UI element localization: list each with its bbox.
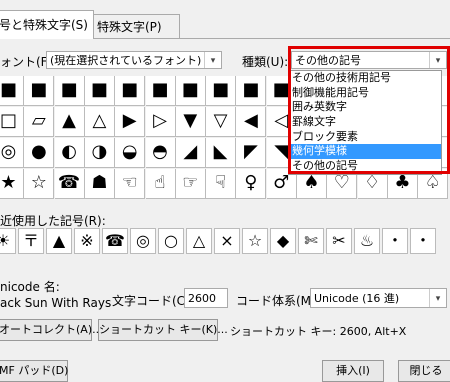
symbol-cell[interactable]: ■ (0, 76, 24, 106)
close-button[interactable]: 閉じる (398, 360, 450, 382)
recent-label: 近使用した記号(R): (0, 214, 106, 228)
recent-symbol-cell[interactable]: × (214, 228, 240, 254)
symbol-cell[interactable]: ◀ (236, 107, 267, 137)
subset-label: 種類(U): (242, 55, 289, 69)
unicode-name-value: ack Sun With Rays (0, 296, 112, 310)
subset-select[interactable]: その他の記号 ▾ (291, 51, 447, 69)
recent-symbol-cell[interactable]: 〒 (18, 228, 44, 254)
dropdown-option[interactable]: 罫線文字 (289, 115, 441, 130)
tab-special-characters[interactable]: 特殊文字(P) (90, 14, 180, 39)
symbol-cell[interactable]: ▼ (175, 107, 206, 137)
symbol-cell[interactable]: △ (84, 107, 115, 137)
recent-symbol-cell[interactable]: ※ (74, 228, 100, 254)
symbol-cell[interactable]: ☎ (54, 169, 85, 199)
symbol-cell[interactable]: ■ (145, 76, 176, 106)
symbol-cell[interactable]: ☝ (145, 169, 176, 199)
autocorrect-button[interactable]: オートコレクト(A)... (0, 319, 103, 341)
pad-button[interactable]: MF パッド(D) (0, 360, 68, 382)
recent-symbols: ☀ 〒 ▲ ※ ☎ ◎ ○ △ × ☆ ◆ ✄ ✂ ♨ ・・ (0, 228, 450, 256)
recent-symbol-cell[interactable]: ○ (158, 228, 184, 254)
shortcut-text: ショートカット キー: 2600, Alt+X (230, 325, 407, 338)
symbol-cell[interactable]: ☟ (206, 169, 237, 199)
dropdown-option[interactable]: 制御機能用記号 (289, 86, 441, 101)
insert-button[interactable]: 挿入(I) (322, 360, 384, 382)
recent-symbol-cell[interactable]: ・ (382, 228, 408, 254)
symbol-cell[interactable]: ☜ (115, 169, 146, 199)
subset-dropdown-list: その他の技術用記号 制御機能用記号 囲み英数字 罫線文字 ブロック要素 幾何学模様 その他の… (288, 70, 442, 175)
recent-symbol-cell[interactable]: ☆ (242, 228, 268, 254)
symbol-cell[interactable]: ☆ (24, 169, 55, 199)
symbol-cell[interactable]: ■ (206, 76, 237, 106)
dropdown-option[interactable]: その他の技術用記号 (289, 71, 441, 86)
from-select-value: Unicode (16 進) (314, 292, 400, 305)
dropdown-option[interactable]: 幾何学模様 (289, 144, 441, 160)
font-select-value: (現在選択されているフォント) (50, 54, 202, 67)
symbol-cell[interactable]: ■ (24, 76, 55, 106)
recent-symbol-cell[interactable]: ◆ (270, 228, 296, 254)
symbol-cell[interactable]: ■ (175, 76, 206, 106)
font-select[interactable]: (現在選択されているフォント) ▾ (46, 51, 222, 69)
tab-bar: 号と特殊文字(S) 特殊文字(P) (0, 0, 450, 40)
symbol-cell[interactable]: ◓ (145, 138, 176, 168)
recent-symbol-cell[interactable]: △ (186, 228, 212, 254)
unicode-name-label: nicode 名: (0, 280, 60, 294)
chevron-down-icon: ▾ (204, 52, 221, 68)
charcode-field[interactable] (184, 288, 228, 308)
symbol-cell[interactable]: ▶ (115, 107, 146, 137)
charcode-label: 文字コード(C): (112, 294, 194, 308)
symbol-cell[interactable]: ♀ (236, 169, 267, 199)
dropdown-option[interactable]: ブロック要素 (289, 130, 441, 145)
recent-symbol-cell[interactable]: ♨ (354, 228, 380, 254)
dropdown-option[interactable]: その他の記号 (289, 159, 441, 174)
recent-symbol-cell[interactable]: ✂ (326, 228, 352, 254)
shortcut-key-button[interactable]: ショートカット キー(K)... (98, 319, 228, 341)
subset-select-value: その他の記号 (295, 54, 361, 67)
recent-symbol-cell[interactable]: ✄ (298, 228, 324, 254)
tab-symbols[interactable]: 号と特殊文字(S) (0, 10, 94, 39)
symbol-cell[interactable]: ◎ (0, 138, 24, 168)
recent-symbol-cell[interactable]: ・ (410, 228, 436, 254)
symbol-cell[interactable]: ▱ (24, 107, 55, 137)
dropdown-option[interactable]: 囲み英数字 (289, 100, 441, 115)
symbol-cell[interactable]: ◐ (54, 138, 85, 168)
chevron-down-icon: ▾ (429, 52, 446, 68)
from-label: コード体系(M): (236, 294, 320, 308)
recent-symbol-cell[interactable]: ☀ (0, 228, 16, 254)
symbol-cell[interactable]: ■ (236, 76, 267, 106)
symbol-cell[interactable]: ★ (0, 169, 24, 199)
chevron-down-icon: ▾ (429, 289, 446, 307)
symbol-cell[interactable]: ☞ (175, 169, 206, 199)
symbol-cell[interactable]: ◣ (206, 138, 237, 168)
symbol-cell[interactable]: ■ (84, 76, 115, 106)
symbol-cell[interactable]: ▽ (206, 107, 237, 137)
symbol-cell[interactable]: ◤ (236, 138, 267, 168)
symbol-cell[interactable]: ● (24, 138, 55, 168)
recent-symbol-cell[interactable]: ▲ (46, 228, 72, 254)
symbol-cell[interactable]: ◑ (84, 138, 115, 168)
symbol-cell[interactable]: □ (0, 107, 24, 137)
symbol-cell[interactable]: ◒ (115, 138, 146, 168)
symbol-cell[interactable]: ▷ (145, 107, 176, 137)
symbol-cell[interactable]: ▲ (54, 107, 85, 137)
from-select[interactable]: Unicode (16 進) ▾ (310, 288, 447, 308)
symbol-cell[interactable]: ☗ (84, 169, 115, 199)
recent-symbol-cell[interactable]: ☎ (102, 228, 128, 254)
tab-special-characters-label: 特殊文字(P) (97, 20, 162, 34)
symbol-cell[interactable]: ■ (115, 76, 146, 106)
recent-symbol-cell[interactable]: ◎ (130, 228, 156, 254)
symbol-cell[interactable]: ■ (54, 76, 85, 106)
tab-symbols-label: 号と特殊文字(S) (0, 18, 88, 32)
symbol-cell[interactable]: ◢ (175, 138, 206, 168)
